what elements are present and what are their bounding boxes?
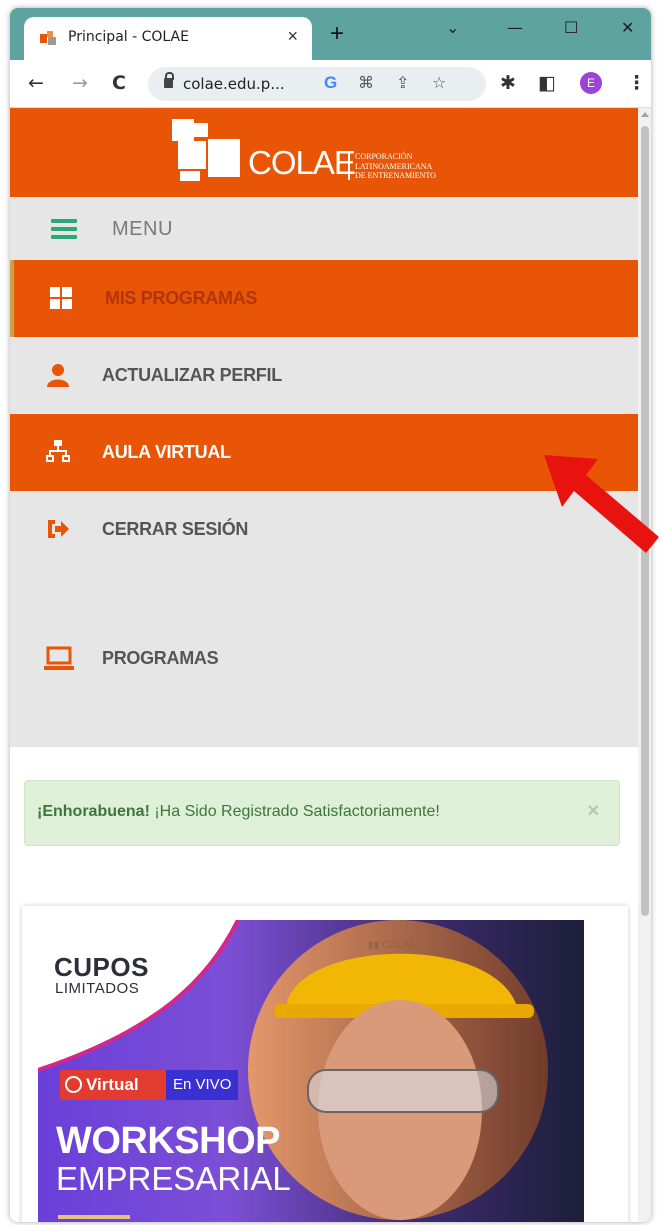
extensions-icon[interactable]: ✱: [500, 71, 516, 95]
tab-close-icon[interactable]: ×: [287, 26, 298, 47]
scroll-up-arrow-icon[interactable]: [641, 112, 649, 117]
site-header: COLAE CORPORACIÓN LATINOAMERICANA DE ENT…: [10, 108, 638, 197]
browser-toolbar: ← → C colae.edu.p... G ⌘ ⇪ ☆ ✱ ◧ E ⋮: [10, 60, 651, 108]
menu-item-programas[interactable]: PROGRAMAS: [10, 620, 638, 697]
tab-search-icon[interactable]: ⌄: [446, 18, 459, 37]
reload-icon[interactable]: C: [112, 71, 126, 95]
live-badge-label: En VIVO: [173, 1076, 232, 1093]
virtual-badge-icon: [65, 1076, 82, 1093]
alert-body: ¡Ha Sido Registrado Satisfactoriamente!: [149, 803, 440, 820]
address-bar[interactable]: colae.edu.p... G ⌘ ⇪ ☆: [148, 67, 486, 101]
grid-icon: [50, 287, 72, 309]
menu-header[interactable]: MENU: [10, 197, 638, 260]
menu-item-label: CERRAR SESIÓN: [102, 519, 249, 539]
browser-window: Principal - COLAE × + ⌄ — ☐ ✕ ← → C cola…: [10, 8, 651, 1222]
google-icon[interactable]: G: [324, 73, 337, 93]
main-content: ¡Enhorabuena! ¡Ha Sido Registrado Satisf…: [10, 747, 638, 1222]
tab-title: Principal - COLAE: [68, 29, 189, 45]
share-icon[interactable]: ⇪: [396, 73, 409, 92]
promo-line-2: LIMITADOS: [55, 980, 140, 997]
kebab-menu-icon[interactable]: ⋮: [627, 71, 646, 95]
alert-message: ¡Enhorabuena! ¡Ha Sido Registrado Satisf…: [37, 803, 440, 821]
menu-item-label: ACTUALIZAR PERFIL: [102, 365, 282, 385]
alert-close-icon[interactable]: ×: [587, 800, 599, 823]
sitemap-icon: [46, 440, 70, 462]
logo-sub-line-1: CORPORACIÓN: [355, 152, 413, 161]
menu-title: MENU: [112, 218, 173, 240]
promo-banner[interactable]: ▮▮ COLAE CUPOS LIMITADOS Virtual En VIVO…: [38, 920, 584, 1222]
promo-headline: WORKSHOP: [56, 1120, 281, 1162]
logo-wordmark: COLAE: [248, 144, 356, 181]
promo-line-1: CUPOS: [54, 952, 149, 982]
colae-logo-icon[interactable]: [172, 119, 244, 183]
page-viewport: COLAE CORPORACIÓN LATINOAMERICANA DE ENT…: [10, 108, 651, 1222]
alert-strong: ¡Enhorabuena!: [37, 803, 150, 820]
tab-principal[interactable]: Principal - COLAE ×: [24, 17, 312, 60]
colae-favicon-icon: [40, 31, 56, 45]
side-panel-icon[interactable]: ◧: [538, 71, 556, 95]
menu-item-mis-programas[interactable]: MIS PROGRAMAS: [10, 260, 638, 337]
menu-item-actualizar-perfil[interactable]: ACTUALIZAR PERFIL: [10, 337, 638, 414]
logo-sub-line-2: LATINOAMERICANA: [355, 161, 433, 171]
promo-subheadline: EMPRESARIAL: [56, 1160, 291, 1197]
star-icon[interactable]: ☆: [432, 73, 446, 92]
url-text[interactable]: colae.edu.p...: [183, 75, 285, 93]
promo-card[interactable]: ▮▮ COLAE CUPOS LIMITADOS Virtual En VIVO…: [22, 906, 628, 1222]
annotation-arrow-icon: [544, 455, 659, 553]
menu-item-label: MIS PROGRAMAS: [105, 288, 258, 308]
back-icon[interactable]: ←: [28, 71, 44, 95]
close-window-icon[interactable]: ✕: [621, 18, 634, 37]
profile-avatar[interactable]: E: [580, 72, 602, 94]
sign-out-icon: [48, 520, 69, 538]
menu-item-label: PROGRAMAS: [102, 648, 219, 668]
laptop-icon: [44, 646, 74, 670]
page-scrollbar[interactable]: [638, 108, 651, 1222]
logo-divider: [348, 152, 350, 180]
lock-icon[interactable]: [164, 72, 174, 88]
translate-icon[interactable]: ⌘: [358, 73, 374, 92]
virtual-badge-label: Virtual: [86, 1075, 139, 1094]
virtual-badge: Virtual: [60, 1070, 166, 1100]
tab-strip: Principal - COLAE × + ⌄ — ☐ ✕: [10, 8, 651, 60]
logo-subtitle: CORPORACIÓN LATINOAMERICANA DE ENTRENAMI…: [355, 152, 436, 181]
success-alert: ¡Enhorabuena! ¡Ha Sido Registrado Satisf…: [24, 780, 620, 846]
user-icon: [47, 364, 69, 387]
new-tab-button[interactable]: +: [330, 22, 344, 46]
minimize-icon[interactable]: —: [507, 18, 523, 37]
live-badge: En VIVO: [166, 1070, 238, 1100]
menu-item-label: AULA VIRTUAL: [102, 442, 231, 462]
promo-accent-line: [58, 1215, 130, 1219]
hamburger-icon[interactable]: [51, 219, 77, 239]
maximize-icon[interactable]: ☐: [564, 18, 578, 37]
active-indicator: [10, 260, 14, 337]
forward-icon[interactable]: →: [72, 71, 88, 95]
promo-watermark: ▮▮ COLAE: [368, 940, 416, 951]
logo-sub-line-3: DE ENTRENAMIENTO: [355, 171, 436, 180]
